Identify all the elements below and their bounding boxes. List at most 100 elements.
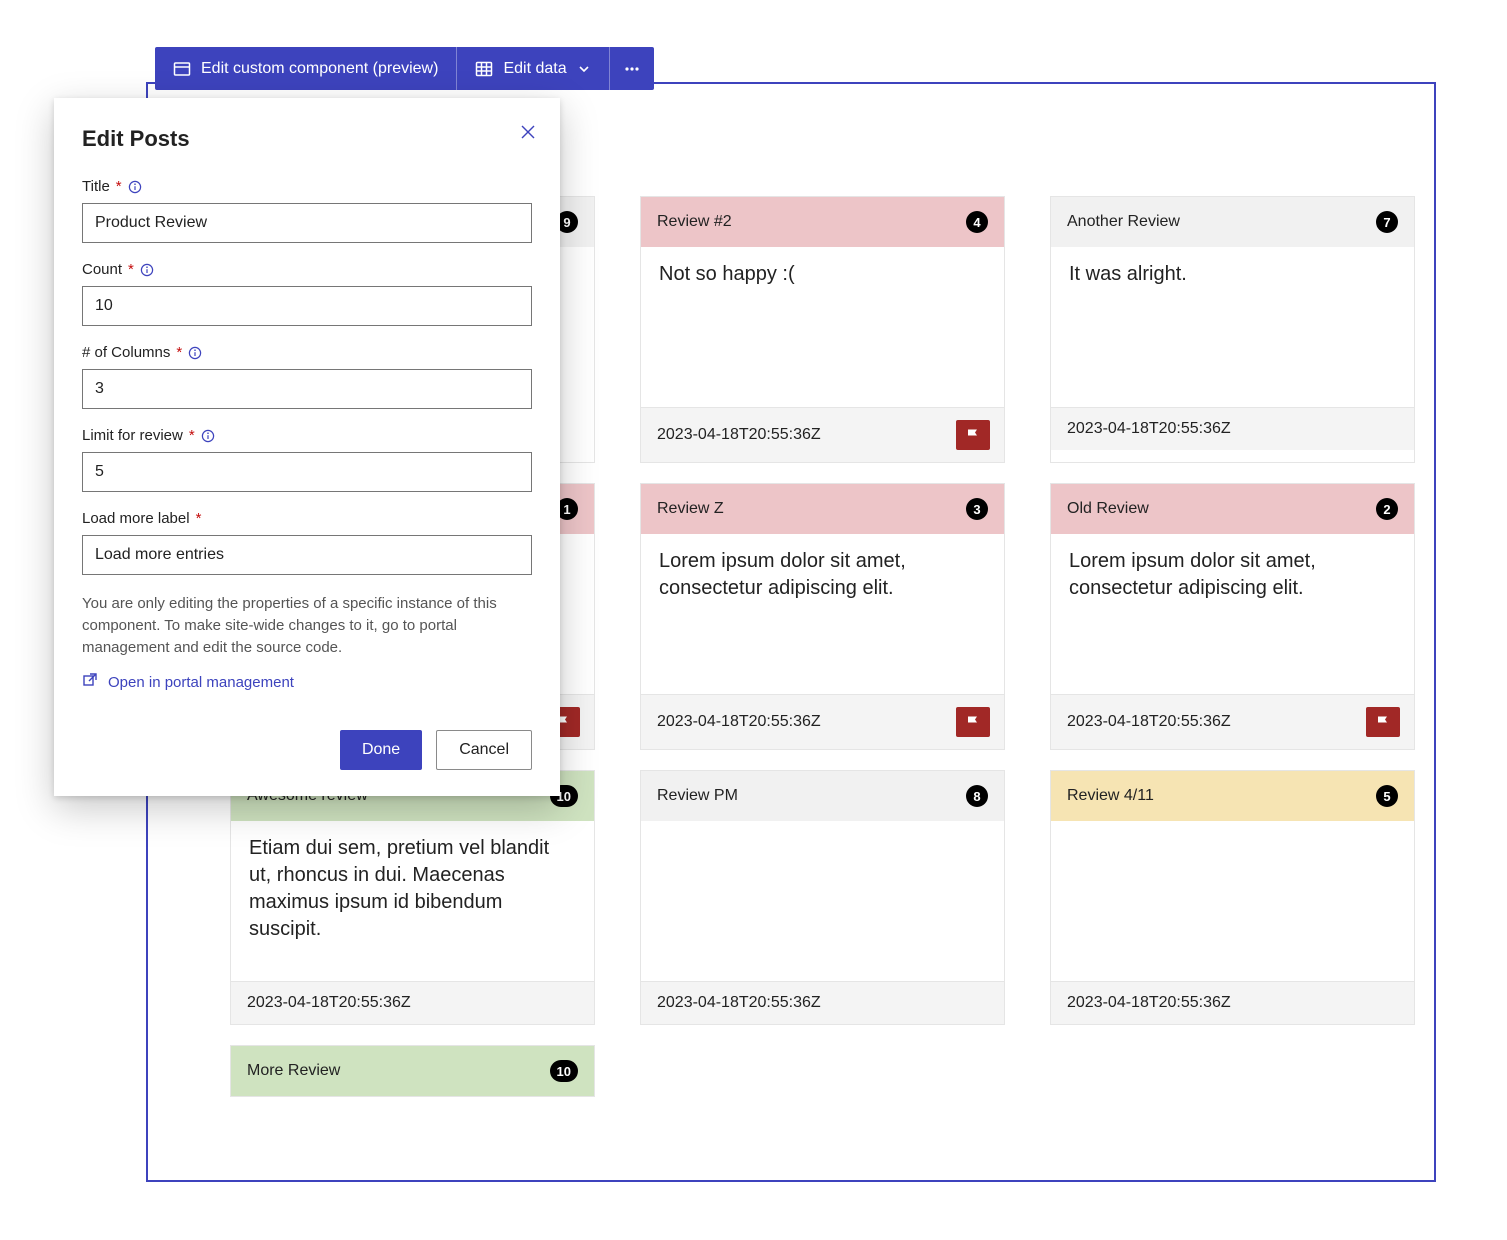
card-header: Another Review 7 — [1051, 197, 1414, 247]
card-header: Review #2 4 — [641, 197, 1004, 247]
review-card: Review Z 3 Lorem ipsum dolor sit amet, con… — [640, 483, 1005, 750]
field-label: Load more label * — [82, 510, 532, 527]
field-label: Count * — [82, 261, 532, 278]
flag-icon[interactable] — [956, 707, 990, 737]
panel-hint-text: You are only editing the properties of a… — [82, 593, 532, 658]
card-footer: 2023-04-18T20:55:36Z — [1051, 981, 1414, 1024]
card-footer: 2023-04-18T20:55:36Z — [641, 981, 1004, 1024]
edit-component-button[interactable]: Edit custom component (preview) — [155, 47, 456, 90]
card-date: 2023-04-18T20:55:36Z — [657, 426, 821, 444]
flag-icon[interactable] — [956, 420, 990, 450]
label-text: Title — [82, 178, 110, 195]
label-text: Limit for review — [82, 427, 183, 444]
review-card: Review #2 4 Not so happy :( 2023-04-18T20:5… — [640, 196, 1005, 463]
cancel-button[interactable]: Cancel — [436, 730, 532, 770]
card-title: Review PM — [657, 787, 738, 805]
field-columns: # of Columns * — [82, 344, 532, 409]
columns-input[interactable] — [82, 369, 532, 409]
card-date: 2023-04-18T20:55:36Z — [1067, 713, 1231, 731]
review-card: Review PM 8 2023-04-18T20:55:36Z — [640, 770, 1005, 1025]
field-limit: Limit for review * — [82, 427, 532, 492]
card-footer: 2023-04-18T20:55:36Z — [641, 407, 1004, 462]
card-badge: 8 — [966, 785, 988, 807]
card-header: Review Z 3 — [641, 484, 1004, 534]
info-icon[interactable] — [140, 263, 154, 277]
label-text: # of Columns — [82, 344, 170, 361]
required-asterisk: * — [176, 344, 182, 361]
review-card: Awesome review10Etiam dui sem, pretium v… — [230, 770, 595, 1025]
field-label: Title * — [82, 178, 532, 195]
card-header: More Review 10 — [231, 1046, 594, 1096]
card-date: 2023-04-18T20:55:36Z — [1067, 420, 1231, 438]
card-date: 2023-04-18T20:55:36Z — [657, 994, 821, 1012]
card-body: Not so happy :( — [641, 247, 1004, 407]
card-header: Review 4/11 5 — [1051, 771, 1414, 821]
field-title: Title * — [82, 178, 532, 243]
review-card: Another Review 7 It was alright. 2023-04-18… — [1050, 196, 1415, 463]
required-asterisk: * — [189, 427, 195, 444]
panel-heading: Edit Posts — [82, 126, 532, 152]
required-asterisk: * — [196, 510, 202, 527]
card-date: 2023-04-18T20:55:36Z — [1067, 994, 1231, 1012]
edit-component-label: Edit custom component (preview) — [201, 60, 438, 78]
component-icon — [173, 60, 191, 78]
open-portal-management-link[interactable]: Open in portal management — [82, 672, 532, 692]
info-icon[interactable] — [201, 429, 215, 443]
review-card: Old Review2Lorem ipsum dolor sit amet, c… — [1050, 483, 1415, 750]
open-external-icon — [82, 672, 98, 692]
card-title: Review Z — [657, 500, 724, 518]
card-badge: 4 — [966, 211, 988, 233]
component-toolbar: Edit custom component (preview) Edit dat… — [155, 47, 654, 90]
review-card: Review 4/11 5 2023-04-18T20:55:36Z — [1050, 770, 1415, 1025]
card-footer: 2023-04-18T20:55:36Z — [1051, 407, 1414, 450]
card-title: Review 4/11 — [1067, 787, 1154, 805]
card-header: Review PM 8 — [641, 771, 1004, 821]
chevron-down-icon — [577, 62, 591, 76]
table-icon — [475, 60, 493, 78]
info-icon[interactable] — [188, 346, 202, 360]
field-label: Limit for review * — [82, 427, 532, 444]
card-title: Review #2 — [657, 213, 732, 231]
card-badge: 2 — [1376, 498, 1398, 520]
title-input[interactable] — [82, 203, 532, 243]
card-title: Old Review — [1067, 500, 1149, 518]
field-label: # of Columns * — [82, 344, 532, 361]
card-badge: 5 — [1376, 785, 1398, 807]
field-count: Count * — [82, 261, 532, 326]
card-title: More Review — [247, 1062, 340, 1080]
required-asterisk: * — [116, 178, 122, 195]
field-loadmore: Load more label * — [82, 510, 532, 575]
edit-data-label: Edit data — [503, 60, 566, 78]
card-badge: 7 — [1376, 211, 1398, 233]
card-date: 2023-04-18T20:55:36Z — [657, 713, 821, 731]
limit-input[interactable] — [82, 452, 532, 492]
card-title: Another Review — [1067, 213, 1180, 231]
info-icon[interactable] — [128, 180, 142, 194]
edit-data-button[interactable]: Edit data — [457, 47, 608, 90]
card-body: It was alright. — [1051, 247, 1414, 407]
loadmore-input[interactable] — [82, 535, 532, 575]
card-body: Etiam dui sem, pretium vel blandit ut, r… — [231, 821, 594, 981]
label-text: Load more label — [82, 510, 190, 527]
ellipsis-icon — [623, 60, 641, 78]
done-button[interactable]: Done — [340, 730, 422, 770]
card-badge: 10 — [550, 1060, 578, 1082]
edit-posts-panel: Edit Posts Title * Count * — [54, 98, 560, 796]
panel-close-button[interactable] — [518, 122, 538, 147]
label-text: Count — [82, 261, 122, 278]
card-date: 2023-04-18T20:55:36Z — [247, 994, 411, 1012]
card-body — [1051, 821, 1414, 981]
open-portal-management-label: Open in portal management — [108, 674, 294, 691]
card-body — [641, 821, 1004, 981]
close-icon — [518, 129, 538, 146]
review-card: More Review 10 — [230, 1045, 595, 1097]
toolbar-more-button[interactable] — [610, 47, 654, 90]
card-badge: 3 — [966, 498, 988, 520]
card-footer: 2023-04-18T20:55:36Z — [641, 694, 1004, 749]
flag-icon[interactable] — [1366, 707, 1400, 737]
card-body: Lorem ipsum dolor sit amet, consectetur … — [641, 534, 1004, 694]
card-header: Old Review 2 — [1051, 484, 1414, 534]
required-asterisk: * — [128, 261, 134, 278]
panel-actions: Done Cancel — [82, 730, 532, 770]
count-input[interactable] — [82, 286, 532, 326]
